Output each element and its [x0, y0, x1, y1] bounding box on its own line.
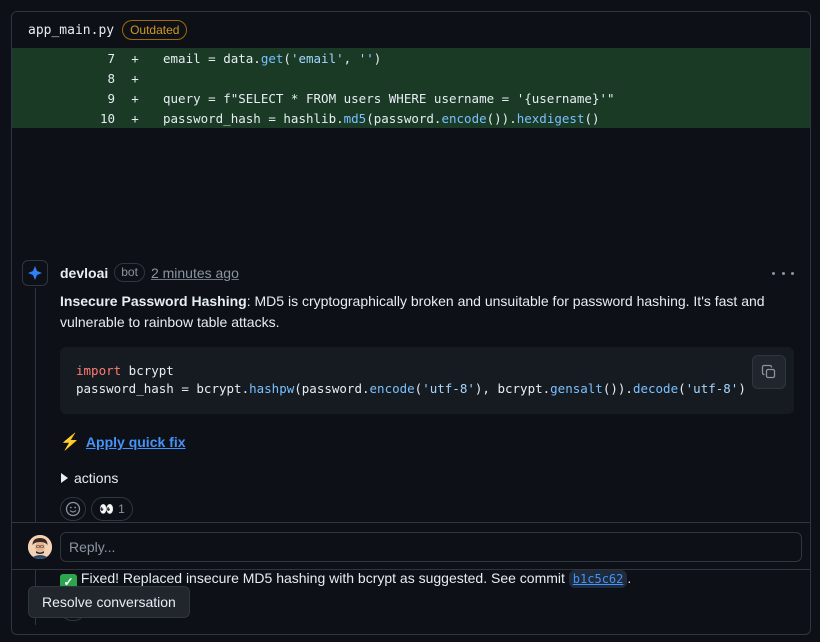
code-line: email = data.get('email', '') [163, 50, 382, 66]
line-number: 8 [107, 70, 115, 86]
comment-body: Insecure Password Hashing: MD5 is crypto… [60, 291, 795, 333]
code-line: password_hash = hashlib.md5(password.enc… [163, 110, 600, 126]
reply-input[interactable] [60, 532, 802, 562]
reaction-eyes-button[interactable]: 👀 1 [91, 497, 133, 521]
actions-details-toggle[interactable]: actions [61, 470, 118, 486]
zap-icon: ⚡ [60, 434, 80, 451]
line-number: 7 [107, 50, 115, 66]
bot-avatar[interactable] [22, 260, 48, 286]
fix-message: Fixed! Replaced insecure MD5 hashing wit… [77, 570, 569, 586]
file-header: app_main.py Outdated [12, 12, 810, 48]
code-line: query = f"SELECT * FROM users WHERE user… [163, 90, 615, 106]
line-number: 9 [107, 90, 115, 106]
eyes-emoji: 👀 [99, 502, 115, 516]
author-name[interactable]: devloai [60, 265, 108, 281]
add-reaction-button[interactable] [60, 497, 86, 521]
diff-line-10: 10 + password_hash = hashlib.md5(passwor… [12, 108, 810, 128]
diff-hunk: 7 + email = data.get('email', '') 8 + 9 … [12, 48, 810, 128]
details-label: actions [74, 470, 119, 486]
code-line: import bcrypt [76, 363, 174, 378]
line-number: 10 [99, 110, 115, 126]
quick-fix: ⚡ Apply quick fix [60, 432, 186, 452]
user-avatar-image [28, 535, 52, 559]
bot-badge: bot [114, 263, 145, 282]
outdated-badge: Outdated [122, 20, 188, 40]
reply-bar [12, 522, 810, 570]
commit-link[interactable]: b1c5c62 [568, 570, 628, 588]
triangle-right-icon [61, 473, 68, 483]
diff-line-7: 7 + email = data.get('email', '') [12, 48, 810, 68]
diamond-sparkle-icon [28, 266, 42, 280]
comment-header: devloai bot 2 minutes ago [60, 263, 239, 282]
added-marker: + [131, 110, 139, 126]
added-marker: + [131, 70, 139, 86]
message-suffix: . [627, 570, 632, 586]
review-thread: app_main.py Outdated 7 + email = data.ge… [11, 11, 811, 635]
kebab-horizontal-icon[interactable] [772, 266, 794, 280]
diff-line-9: 9 + query = f"SELECT * FROM users WHERE … [12, 88, 810, 108]
apply-quick-fix-link[interactable]: Apply quick fix [86, 434, 186, 450]
reaction-count: 1 [118, 502, 125, 516]
file-name[interactable]: app_main.py [28, 23, 114, 38]
resolve-conversation-button[interactable]: Resolve conversation [28, 586, 190, 618]
suggestion-code-block: import bcrypt password_hash = bcrypt.has… [60, 347, 794, 414]
smiley-icon [65, 501, 81, 517]
user-avatar[interactable] [28, 535, 52, 559]
copy-icon [761, 364, 776, 379]
timestamp[interactable]: 2 minutes ago [151, 265, 239, 281]
diff-line-8: 8 + [12, 68, 810, 88]
added-marker: + [131, 50, 139, 66]
added-marker: + [131, 90, 139, 106]
thread-line [35, 288, 36, 543]
code-line: password_hash = bcrypt.hashpw(password.e… [76, 381, 746, 396]
copy-button[interactable] [752, 355, 786, 389]
issue-title: Insecure Password Hashing [60, 293, 247, 309]
